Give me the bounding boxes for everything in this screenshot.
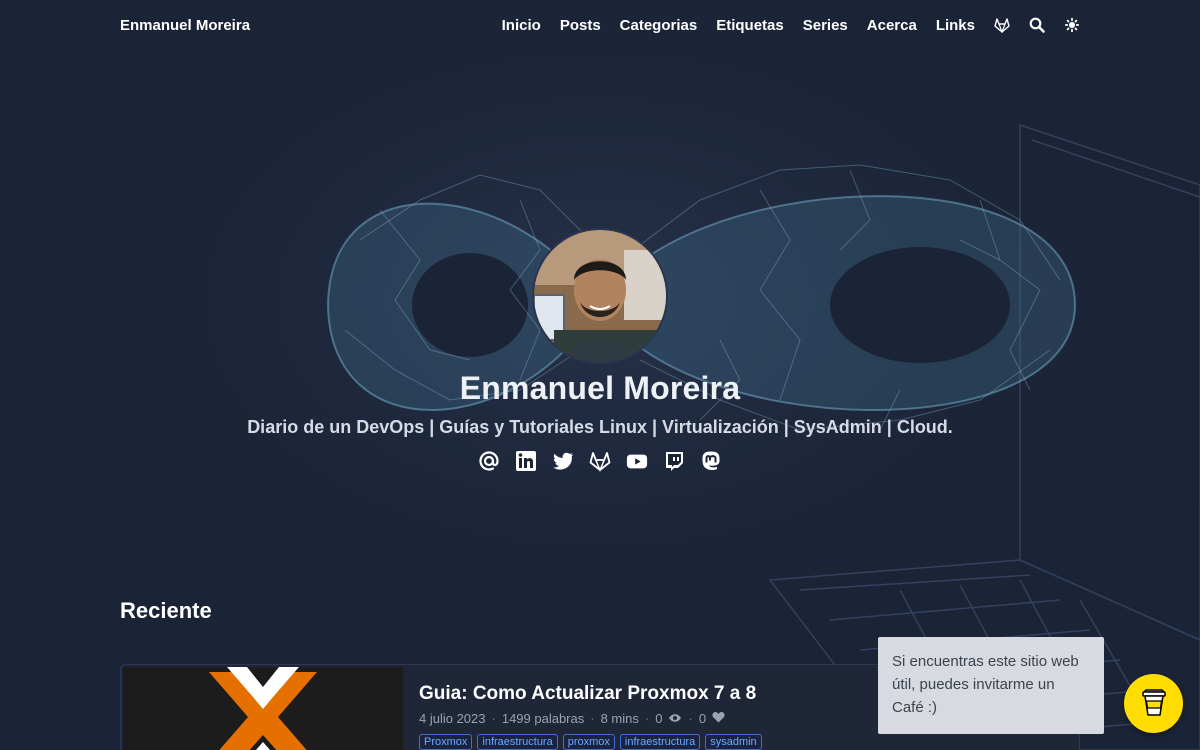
top-navigation: Enmanuel Moreira Inicio Posts Categorias… (0, 0, 1200, 50)
post-date: 4 julio 2023 (419, 711, 486, 726)
nav-link-posts[interactable]: Posts (560, 17, 601, 34)
meta-separator: · (688, 711, 693, 726)
email-icon[interactable] (478, 450, 500, 472)
post-card-body: Guia: Como Actualizar Proxmox 7 a 8 4 ju… (419, 683, 762, 750)
twitter-icon[interactable] (552, 450, 574, 472)
hero-subtitle: Diario de un DevOps | Guías y Tutoriales… (247, 417, 953, 437)
meta-separator: · (644, 711, 650, 726)
post-title[interactable]: Guia: Como Actualizar Proxmox 7 a 8 (419, 683, 762, 705)
hero-section: Enmanuel Moreira Diario de un DevOps | G… (0, 228, 1200, 472)
twitch-icon[interactable] (663, 450, 685, 472)
youtube-icon[interactable] (626, 450, 648, 472)
nav-menu: Inicio Posts Categorias Etiquetas Series… (502, 17, 1080, 34)
nav-link-inicio[interactable]: Inicio (502, 17, 541, 34)
eye-icon (668, 711, 682, 726)
heart-icon[interactable] (712, 711, 725, 726)
recent-section-title: Reciente (120, 598, 212, 623)
post-views: 0 (655, 711, 663, 726)
linkedin-icon[interactable] (515, 450, 537, 472)
tag-link[interactable]: sysadmin (705, 734, 762, 750)
tag-link[interactable]: proxmox (562, 734, 615, 750)
post-read-time: 8 mins (600, 711, 639, 726)
meta-separator: · (491, 711, 496, 726)
post-thumbnail[interactable] (123, 667, 403, 750)
gitlab-icon[interactable] (589, 450, 611, 472)
nav-link-links[interactable]: Links (936, 17, 975, 34)
social-links (0, 450, 1200, 472)
site-brand-link[interactable]: Enmanuel Moreira (120, 17, 250, 34)
coffee-cup-icon (1141, 685, 1167, 722)
buy-me-a-coffee-button[interactable] (1124, 674, 1183, 733)
nav-link-etiquetas[interactable]: Etiquetas (716, 17, 784, 34)
nav-link-acerca[interactable]: Acerca (867, 17, 917, 34)
avatar (532, 228, 668, 364)
post-likes: 0 (698, 711, 707, 726)
meta-separator: · (590, 711, 595, 726)
tag-link[interactable]: Proxmox (419, 734, 473, 750)
coffee-tooltip: Si encuentras este sitio web útil, puede… (878, 637, 1104, 734)
nav-link-series[interactable]: Series (803, 17, 848, 34)
tag-link[interactable]: infraestructura (619, 734, 701, 750)
nav-link-categorias[interactable]: Categorias (620, 17, 698, 34)
post-word-count: 1499 palabras (501, 711, 585, 726)
post-tags: Proxmox infraestructura proxmox infraest… (419, 734, 762, 750)
tag-link[interactable]: infraestructura (477, 734, 558, 750)
search-icon[interactable] (1029, 17, 1045, 33)
mastodon-icon[interactable] (700, 450, 722, 472)
theme-toggle-icon[interactable] (1064, 17, 1080, 33)
gitlab-icon[interactable] (994, 17, 1010, 33)
hero-name: Enmanuel Moreira (459, 370, 741, 406)
post-meta: 4 julio 2023 · 1499 palabras · 8 mins · … (419, 711, 762, 726)
